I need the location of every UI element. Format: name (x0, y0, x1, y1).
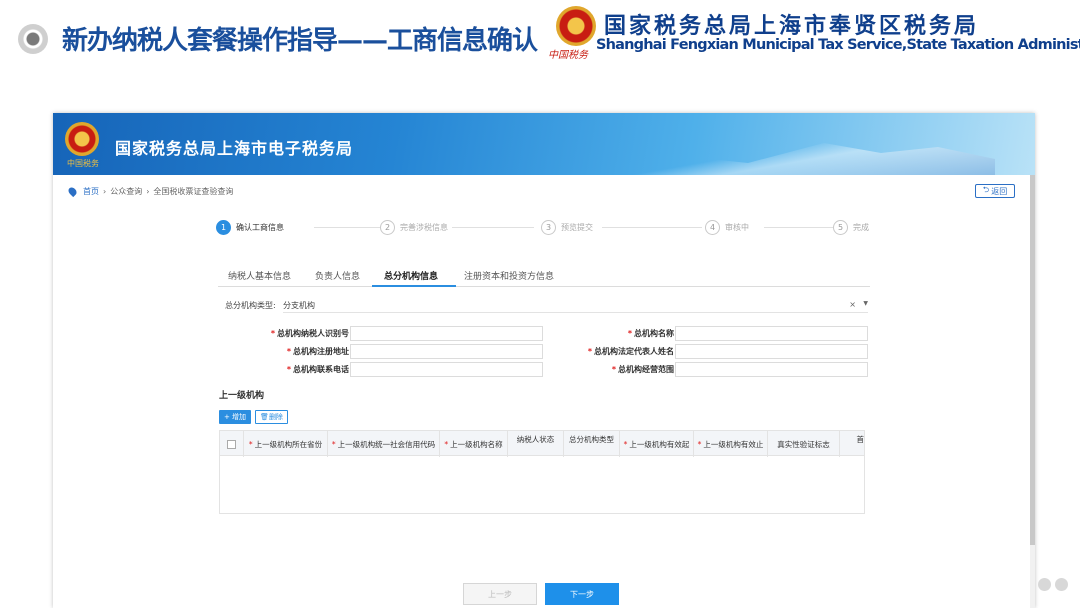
breadcrumb: 首页 › 公众查询 › 全国税收票证查验查询 (66, 185, 234, 198)
select-all-checkbox[interactable] (227, 439, 236, 449)
step-number: 2 (380, 220, 395, 235)
step-number: 1 (216, 220, 231, 235)
breadcrumb-current: 全国税收票证查验查询 (153, 187, 234, 196)
trash-icon: 🗑 (260, 413, 269, 421)
slide-bullet-icon (18, 24, 48, 54)
great-wall-graphic (615, 143, 995, 175)
tax-emblem-icon (556, 6, 596, 46)
table-header: * 上一级机构所在省份 * 上一级机构统一社会信用代码 * 上一级机构名称 纳税人状态… (220, 430, 865, 457)
branch-type-select[interactable]: 分支机构 (283, 297, 868, 313)
banner-title: 国家税务总局上海市电子税务局 (115, 139, 354, 158)
clear-icon[interactable]: × (849, 300, 856, 309)
branch-type-value: 分支机构 (283, 301, 315, 310)
column-header: 总分机构类型 (564, 431, 620, 457)
column-header: * 上一级机构所在省份 (244, 431, 328, 457)
head-address-input[interactable] (350, 344, 543, 359)
slide-nav-dots (1038, 578, 1068, 591)
banner-emblem-icon (65, 122, 99, 156)
tab-capital-investors[interactable]: 注册资本和投资方信息 (464, 269, 554, 282)
banner-signature: 中国税务 (67, 159, 99, 168)
step-number: 4 (705, 220, 720, 235)
column-header: * 上一级机构名称 (440, 431, 508, 457)
column-header: * 上一级机构有效起 (620, 431, 694, 457)
field-label: * 总机构经营范围 (611, 365, 674, 374)
field-label: * 总机构联系电话 (286, 365, 349, 374)
field-label: * 总机构名称 (627, 329, 674, 338)
step-label: 确认工商信息 (236, 223, 284, 232)
step-2: 2 完善涉税信息 (380, 220, 448, 235)
parent-org-table: * 上一级机构所在省份 * 上一级机构统一社会信用代码 * 上一级机构名称 纳税人状态… (219, 430, 865, 514)
nav-dot[interactable] (1038, 578, 1051, 591)
branch-type-label: 总分机构类型: (225, 301, 276, 310)
breadcrumb-public-query[interactable]: 公众查询 (110, 186, 142, 197)
step-indicator: 1 确认工商信息 2 完善涉税信息 3 预览提交 4 审核中 5 完成 (216, 220, 870, 240)
step-4: 4 审核中 (705, 220, 749, 235)
step-label: 完成 (853, 223, 869, 232)
column-header: 首 (856, 435, 865, 444)
step-label: 审核中 (725, 223, 749, 232)
head-taxpayer-id-input[interactable] (350, 326, 543, 341)
head-legal-rep-input[interactable] (675, 344, 868, 359)
tab-head-branch[interactable]: 总分机构信息 (384, 269, 438, 282)
scrollbar-thumb[interactable] (1030, 175, 1035, 545)
step-connector (314, 227, 384, 228)
branch-type-row: 总分机构类型: 分支机构 × ▼ (225, 297, 870, 313)
head-business-scope-input[interactable] (675, 362, 868, 377)
head-phone-input[interactable] (350, 362, 543, 377)
breadcrumb-home[interactable]: 首页 (83, 186, 99, 197)
head-name-input[interactable] (675, 326, 868, 341)
tab-taxpayer-basic[interactable]: 纳税人基本信息 (228, 269, 291, 282)
section-title: 上一级机构 (219, 391, 265, 401)
back-button-label: 返回 (991, 186, 1008, 196)
tab-bar: 纳税人基本信息 负责人信息 总分机构信息 注册资本和投资方信息 (218, 263, 870, 287)
column-header: * 上一级机构统一社会信用代码 (328, 431, 440, 457)
back-button[interactable]: ⮌ 返回 (975, 184, 1015, 198)
brand-signature: 中国税务 (548, 50, 588, 61)
next-step-button[interactable]: 下一步 (545, 583, 619, 605)
step-connector (452, 227, 534, 228)
brand-name-en: Shanghai Fengxian Municipal Tax Service,… (596, 37, 1080, 53)
delete-row-button[interactable]: 🗑 删除 (255, 410, 288, 424)
column-header: 纳税人状态 (508, 431, 564, 457)
slide-title: 新办纳税人套餐操作指导——工商信息确认 (62, 26, 538, 56)
step-number: 5 (833, 220, 848, 235)
app-screenshot: 中国税务 国家税务总局上海市电子税务局 首页 › 公众查询 › 全国税收票证查验… (53, 113, 1035, 608)
location-pin-icon (66, 185, 79, 198)
select-all-cell (220, 431, 244, 457)
back-arrow-icon: ⮌ (982, 185, 990, 194)
field-label: * 总机构纳税人识别号 (270, 329, 349, 338)
column-header: * 上一级机构有效止 (694, 431, 768, 457)
step-number: 3 (541, 220, 556, 235)
nav-dot[interactable] (1055, 578, 1068, 591)
add-row-button[interactable]: + 增加 (219, 410, 251, 424)
step-5: 5 完成 (833, 220, 869, 235)
brand-name-cn: 国家税务总局上海市奉贤区税务局 (604, 14, 980, 39)
breadcrumb-separator: › (146, 187, 150, 196)
active-tab-indicator (372, 285, 456, 287)
previous-step-button[interactable]: 上一步 (463, 583, 537, 605)
step-1: 1 确认工商信息 (216, 220, 284, 235)
breadcrumb-separator: › (103, 187, 107, 196)
field-label: * 总机构法定代表人姓名 (587, 347, 674, 356)
delete-button-label: 删除 (268, 413, 283, 421)
tab-principal[interactable]: 负责人信息 (315, 269, 360, 282)
step-label: 完善涉税信息 (400, 223, 448, 232)
chevron-down-icon[interactable]: ▼ (863, 300, 868, 307)
step-connector (602, 227, 702, 228)
field-label: * 总机构注册地址 (286, 347, 349, 356)
column-header: 真实性验证标志 (768, 431, 840, 457)
step-3: 3 预览提交 (541, 220, 593, 235)
step-label: 预览提交 (561, 223, 593, 232)
step-connector (764, 227, 836, 228)
app-banner: 中国税务 国家税务总局上海市电子税务局 (53, 113, 1035, 175)
